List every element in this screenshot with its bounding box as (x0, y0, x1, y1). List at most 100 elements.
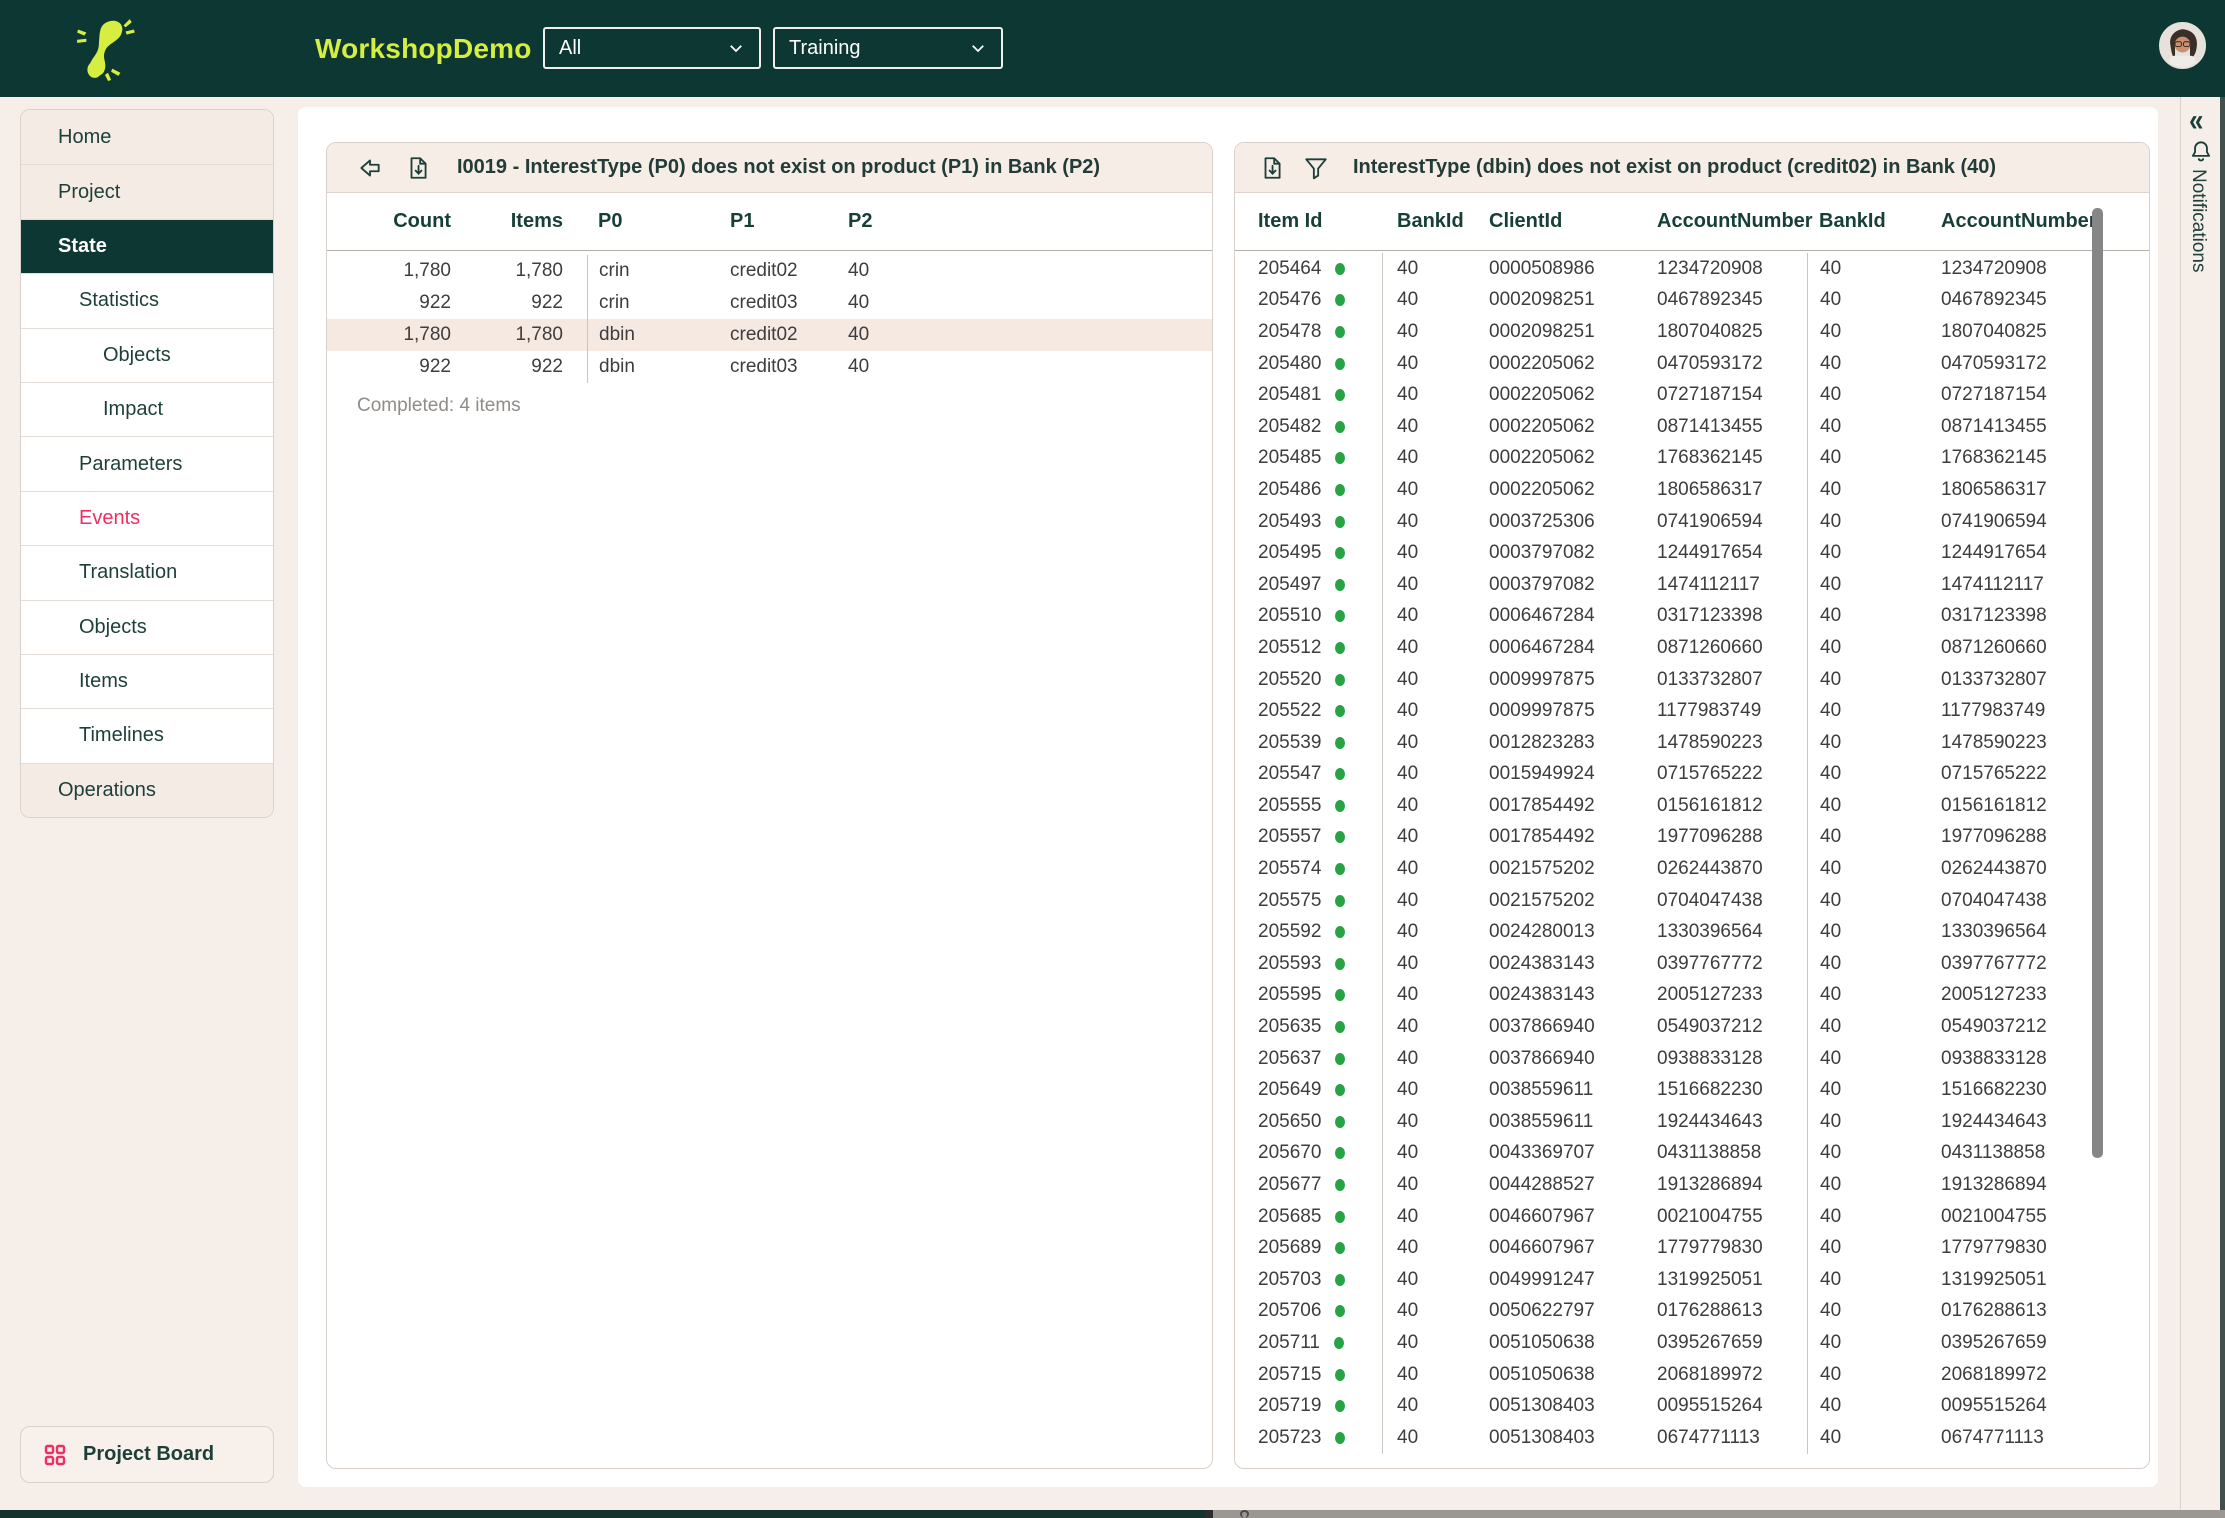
items-table-row[interactable]: 205685 40 0046607967 0021004755 40 00210… (1235, 1200, 2149, 1233)
items-table-row[interactable]: 205592 40 0024280013 1330396564 40 13303… (1235, 916, 2149, 949)
cell-client-id: 0051050638 (1489, 1363, 1595, 1385)
items-table-row[interactable]: 205723 40 0051308403 0674771113 40 06747… (1235, 1421, 2149, 1454)
cell-item-id: 205464 (1235, 253, 1383, 285)
status-dot-icon (1335, 1115, 1346, 1128)
download-file-icon[interactable] (405, 155, 431, 181)
cell-bank-id: 40 (1397, 826, 1419, 848)
sidebar-item-translation[interactable]: Translation (21, 545, 273, 600)
sidebar-item-label: Home (58, 125, 112, 148)
items-table-row[interactable]: 205547 40 0015949924 0715765222 40 07157… (1235, 758, 2149, 791)
status-dot-icon (1335, 1084, 1346, 1097)
cell-item-id: 205595 (1235, 979, 1383, 1012)
table-scrollbar-thumb[interactable] (2092, 208, 2103, 1158)
cell-item-id: 205555 (1235, 790, 1383, 822)
cell-account-number-2: 0715765222 (1941, 763, 2047, 785)
issue-table-row[interactable]: 1,780 1,780 dbin credit02 40 (327, 319, 1212, 351)
items-table-row[interactable]: 205637 40 0037866940 0938833128 40 09388… (1235, 1042, 2149, 1075)
items-table-row[interactable]: 205495 40 0003797082 1244917654 40 12449… (1235, 537, 2149, 569)
items-table-row[interactable]: 205670 40 0043369707 0431138858 40 04311… (1235, 1137, 2149, 1170)
sidebar-item-objects[interactable]: Objects (21, 599, 273, 654)
sidebar-item-label: State (58, 234, 107, 257)
sidebar-item-home[interactable]: Home (21, 110, 273, 165)
items-table-row[interactable]: 205677 40 0044288527 1913286894 40 19132… (1235, 1169, 2149, 1201)
items-table-row[interactable]: 205512 40 0006467284 0871260660 40 08712… (1235, 632, 2149, 664)
items-table-row[interactable]: 205464 40 0000508986 1234720908 40 12347… (1235, 253, 2149, 285)
items-table-row[interactable]: 205593 40 0024383143 0397767772 40 03977… (1235, 948, 2149, 980)
cell-account-number: 0395267659 (1657, 1331, 1763, 1353)
cell-account-number-2: 0871413455 (1941, 415, 2047, 437)
items-table-row[interactable]: 205493 40 0003725306 0741906594 40 07419… (1235, 505, 2149, 538)
sidebar-item-parameters[interactable]: Parameters (21, 436, 273, 491)
scope-select[interactable]: All (543, 27, 761, 69)
items-table-row[interactable]: 205703 40 0049991247 1319925051 40 13199… (1235, 1264, 2149, 1296)
project-board-button[interactable]: Project Board (20, 1426, 274, 1483)
sidebar-item-objects[interactable]: Objects (21, 327, 273, 382)
cell-account-number: 0727187154 (1657, 384, 1763, 406)
items-table-row[interactable]: 205706 40 0050622797 0176288613 40 01762… (1235, 1295, 2149, 1328)
sidebar-item-state[interactable]: State (21, 218, 273, 274)
cell-item-id: 205510 (1235, 600, 1383, 633)
items-table-row[interactable]: 205555 40 0017854492 0156161812 40 01561… (1235, 790, 2149, 822)
status-dot-icon (1335, 831, 1346, 844)
back-arrow-icon[interactable] (357, 155, 383, 181)
sidebar-item-impact[interactable]: Impact (21, 381, 273, 437)
items-table-row[interactable]: 205557 40 0017854492 1977096288 40 19770… (1235, 821, 2149, 854)
filter-funnel-icon[interactable] (1303, 155, 1329, 181)
cell-account-number: 2068189972 (1657, 1363, 1763, 1385)
cell-bank-id: 40 (1397, 1268, 1419, 1290)
cell-client-id: 0002205062 (1489, 478, 1595, 500)
items-table-row[interactable]: 205715 40 0051050638 2068189972 40 20681… (1235, 1358, 2149, 1391)
issue-summary-panel-header: I0019 - InterestType (P0) does not exist… (327, 143, 1212, 193)
collapse-panel-icon[interactable]: « (2189, 102, 2203, 139)
cell-account-number: 1234720908 (1657, 257, 1763, 279)
items-table-row[interactable]: 205649 40 0038559611 1516682230 40 15166… (1235, 1074, 2149, 1107)
items-table-row[interactable]: 205635 40 0037866940 0549037212 40 05490… (1235, 1011, 2149, 1043)
cell-p1: credit02 (730, 324, 798, 345)
cell-account-number-2: 1924434643 (1941, 1110, 2047, 1132)
cell-item-id: 205522 (1235, 695, 1383, 727)
items-table-row[interactable]: 205520 40 0009997875 0133732807 40 01337… (1235, 663, 2149, 696)
items-table-row[interactable]: 205575 40 0021575202 0704047438 40 07040… (1235, 884, 2149, 917)
sidebar-item-items[interactable]: Items (21, 653, 273, 709)
items-table-row[interactable]: 205481 40 0002205062 0727187154 40 07271… (1235, 379, 2149, 411)
issue-table-row[interactable]: 922 922 crin credit03 40 (327, 287, 1212, 319)
items-table-row[interactable]: 205476 40 0002098251 0467892345 40 04678… (1235, 284, 2149, 317)
items-table-rows: 205464 40 0000508986 1234720908 40 12347… (1235, 251, 2149, 1454)
items-table-row[interactable]: 205719 40 0051308403 0095515264 40 00955… (1235, 1390, 2149, 1422)
window-scrollbar[interactable] (2220, 97, 2225, 1518)
items-table-row[interactable]: 205650 40 0038559611 1924434643 40 19244… (1235, 1106, 2149, 1138)
sidebar-item-timelines[interactable]: Timelines (21, 708, 273, 763)
cell-item-id: 205711 (1235, 1327, 1383, 1359)
issue-table-row[interactable]: 922 922 dbin credit03 40 (327, 351, 1212, 383)
items-table-row[interactable]: 205574 40 0021575202 0262443870 40 02624… (1235, 853, 2149, 885)
cell-account-number-2: 0095515264 (1941, 1395, 2047, 1417)
items-table-row[interactable]: 205595 40 0024383143 2005127233 40 20051… (1235, 979, 2149, 1012)
items-table-row[interactable]: 205478 40 0002098251 1807040825 40 18070… (1235, 316, 2149, 348)
cell-count: 1,780 (403, 324, 451, 345)
sidebar-item-events[interactable]: Events (21, 490, 273, 546)
items-table-row[interactable]: 205480 40 0002205062 0470593172 40 04705… (1235, 347, 2149, 380)
cell-bank-id-2: 40 (1807, 568, 1941, 601)
sidebar-item-operations[interactable]: Operations (21, 762, 273, 818)
items-table-row[interactable]: 205486 40 0002205062 1806586317 40 18065… (1235, 474, 2149, 506)
items-table-row[interactable]: 205711 40 0051050638 0395267659 40 03952… (1235, 1327, 2149, 1359)
items-table-row[interactable]: 205689 40 0046607967 1779779830 40 17797… (1235, 1232, 2149, 1264)
sidebar-item-statistics[interactable]: Statistics (21, 273, 273, 328)
download-file-icon[interactable] (1259, 155, 1285, 181)
items-table-row[interactable]: 205539 40 0012823283 1478590223 40 14785… (1235, 726, 2149, 759)
avatar[interactable] (2159, 22, 2206, 69)
status-dot-icon (1335, 768, 1346, 781)
cell-bank-id-2: 40 (1807, 821, 1941, 854)
cell-bank-id-2: 40 (1807, 474, 1941, 506)
cell-bank-id: 40 (1397, 1205, 1419, 1227)
items-table-row[interactable]: 205497 40 0003797082 1474112117 40 14741… (1235, 568, 2149, 601)
mode-select[interactable]: Training (773, 27, 1003, 69)
sidebar-item-project[interactable]: Project (21, 164, 273, 219)
items-table-row[interactable]: 205485 40 0002205062 1768362145 40 17683… (1235, 442, 2149, 475)
bell-icon[interactable] (2188, 137, 2214, 165)
items-table-row[interactable]: 205510 40 0006467284 0317123398 40 03171… (1235, 600, 2149, 633)
items-table-row[interactable]: 205482 40 0002205062 0871413455 40 08714… (1235, 410, 2149, 443)
status-dot-icon (1335, 1305, 1346, 1318)
items-table-row[interactable]: 205522 40 0009997875 1177983749 40 11779… (1235, 695, 2149, 727)
issue-table-row[interactable]: 1,780 1,780 crin credit02 40 (327, 255, 1212, 287)
